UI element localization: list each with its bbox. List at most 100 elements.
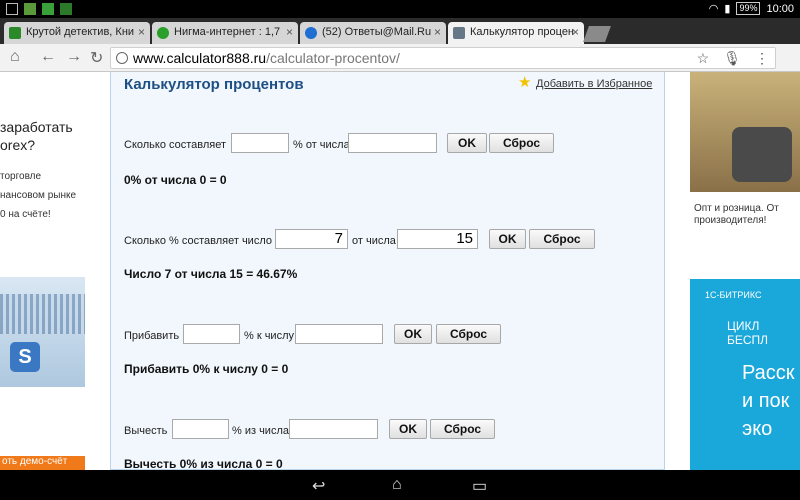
- calc2-of-number-input[interactable]: 15: [397, 229, 478, 249]
- add-to-favorites-link[interactable]: Добавить в Избранное: [536, 78, 652, 90]
- calc3-number-input[interactable]: [295, 324, 383, 344]
- system-navigation-bar: ↩ ⌂ ▭: [0, 470, 800, 500]
- star-icon: ★: [518, 74, 532, 91]
- calculator-panel: Калькулятор процентов ★ Добавить в Избра…: [110, 72, 665, 470]
- calc1-label: Сколько составляет: [124, 139, 227, 151]
- page-title: Калькулятор процентов: [124, 76, 304, 93]
- calc2-label: Сколько % составляет число: [124, 235, 272, 247]
- calc4-label2: % из числа: [232, 425, 289, 437]
- tab-mail-answers[interactable]: (52) Ответы@Mail.Ru ×: [300, 22, 446, 44]
- road-roller-image: [690, 72, 800, 192]
- new-tab-button[interactable]: [583, 26, 611, 42]
- menu-icon[interactable]: ⋮: [755, 50, 769, 67]
- url-host: www.calculator888.ru: [133, 50, 267, 66]
- tab-label: Калькулятор процен: [470, 26, 575, 38]
- tab-nigma[interactable]: Нигма-интернет : 1,7 ×: [152, 22, 298, 44]
- ad-caption-line: Опт и розница. От: [694, 203, 779, 214]
- bookmark-star-icon[interactable]: ☆: [697, 50, 710, 67]
- ad-headline-line: заработать: [0, 119, 73, 135]
- page-viewport: заработать orex? торговле нансовом рынке…: [0, 72, 800, 470]
- tab-label: (52) Ответы@Mail.Ru: [322, 26, 432, 38]
- status-right: ◠ ▮ 99% 10:00: [709, 2, 794, 15]
- right-advertisement[interactable]: Опт и розница. От производителя! 1С-БИТР…: [690, 72, 800, 470]
- calc2-ok-button[interactable]: OK: [489, 229, 526, 249]
- tab-label: Нигма-интернет : 1,7: [174, 26, 281, 38]
- bitrix-logo: 1С-БИТРИКС: [705, 290, 762, 300]
- microphone-icon[interactable]: 🎙: [723, 50, 741, 67]
- wifi-icon: ◠: [708, 3, 719, 15]
- calc3-label: Прибавить: [124, 330, 180, 342]
- bitrix-slogan-line: эко: [742, 418, 773, 440]
- calc1-number-input[interactable]: [348, 133, 437, 153]
- tab-favicon-icon: [9, 27, 21, 39]
- tab-favicon-icon: [453, 27, 465, 39]
- reload-icon[interactable]: ↻: [90, 48, 103, 68]
- calc4-reset-button[interactable]: Сброс: [430, 419, 495, 439]
- address-bar[interactable]: www.calculator888.ru/calculator-procento…: [110, 47, 776, 69]
- tab-calculator[interactable]: Калькулятор процен ×: [448, 22, 584, 44]
- calc4-label: Вычесть: [124, 425, 168, 437]
- calc3-reset-button[interactable]: Сброс: [436, 324, 501, 344]
- calc2-result: Число 7 от числа 15 = 46.67%: [124, 267, 298, 281]
- calc4-ok-button[interactable]: OK: [389, 419, 427, 439]
- forward-icon[interactable]: →: [66, 48, 82, 66]
- calc2-number-input[interactable]: 7: [275, 229, 348, 249]
- calc3-percent-input[interactable]: [183, 324, 240, 344]
- tab-favicon-icon: [157, 27, 169, 39]
- bitrix-slogan: Расск и пок эко: [742, 359, 795, 443]
- bitrix-slogan-line: и пок: [742, 390, 790, 412]
- roller-shape: [732, 127, 792, 182]
- omnibox-actions: ☆ 🎙 ⋮: [697, 50, 769, 67]
- ad-chart-image: [0, 294, 85, 334]
- close-tab-icon[interactable]: ×: [138, 25, 145, 39]
- ad-headline: заработать orex?: [0, 118, 73, 154]
- ad-caption: Опт и розница. От производителя!: [694, 203, 779, 227]
- bitrix-banner[interactable]: 1С-БИТРИКС ЦИКЛ БЕСПЛ Расск и пок эко: [690, 279, 800, 470]
- left-advertisement[interactable]: заработать orex? торговле нансовом рынке…: [0, 72, 85, 470]
- calc1-reset-button[interactable]: Сброс: [489, 133, 554, 153]
- calc3-result: Прибавить 0% к числу 0 = 0: [124, 362, 289, 376]
- signal-icon: ▮: [724, 3, 731, 15]
- bitrix-headline: ЦИКЛ БЕСПЛ: [727, 319, 769, 347]
- tab-detective[interactable]: Крутой детектив, Кни ×: [4, 22, 150, 44]
- recent-apps-icon[interactable]: ▭: [472, 476, 487, 496]
- home-icon[interactable]: ⌂: [10, 48, 20, 66]
- ad-text: торговле нансовом рынке 0 на счёте!: [0, 167, 76, 224]
- ad-text-line: нансовом рынке: [0, 190, 77, 201]
- calc4-result: Вычесть 0% из числа 0 = 0: [124, 457, 283, 470]
- browser-toolbar: ⌂ ← → ↻ www.calculator888.ru/calculator-…: [0, 44, 800, 72]
- close-tab-icon[interactable]: ×: [286, 25, 293, 39]
- shield-notification-icon: [60, 3, 72, 15]
- calc1-result: 0% от числа 0 = 0: [124, 173, 227, 187]
- ad-logo-icon: S: [10, 342, 40, 372]
- calc1-ok-button[interactable]: OK: [447, 133, 487, 153]
- calc3-label2: % к числу: [244, 330, 294, 342]
- tab-bar: Крутой детектив, Кни × Нигма-интернет : …: [0, 18, 800, 44]
- tab-favicon-icon: [305, 27, 317, 39]
- tab-label: Крутой детектив, Кни: [26, 26, 135, 38]
- battery-indicator: 99%: [736, 2, 761, 15]
- close-tab-icon[interactable]: ×: [572, 25, 579, 39]
- ad-text-line: 0 на счёте!: [0, 209, 51, 220]
- calc1-label2: % от числа: [293, 139, 350, 151]
- globe-icon: [116, 52, 128, 64]
- notification-icons: [6, 3, 72, 15]
- bitrix-slogan-line: Расск: [742, 362, 795, 384]
- calc3-ok-button[interactable]: OK: [394, 324, 432, 344]
- ad-cta-button[interactable]: оть демо-счёт: [0, 456, 85, 470]
- calc2-reset-button[interactable]: Сброс: [529, 229, 595, 249]
- close-tab-icon[interactable]: ×: [434, 25, 441, 39]
- email-notification-icon: [6, 3, 18, 15]
- clock: 10:00: [766, 2, 794, 15]
- status-bar: ◠ ▮ 99% 10:00: [0, 0, 800, 18]
- back-icon[interactable]: ←: [40, 48, 56, 66]
- home-nav-icon[interactable]: ⌂: [392, 476, 402, 494]
- ad-caption-line: производителя!: [694, 215, 767, 226]
- calc4-number-input[interactable]: [289, 419, 378, 439]
- calc1-percent-input[interactable]: [231, 133, 289, 153]
- app-notification-icon: [42, 3, 54, 15]
- calc4-percent-input[interactable]: [172, 419, 229, 439]
- back-nav-icon[interactable]: ↩: [312, 476, 325, 496]
- ad-text-line: торговле: [0, 171, 42, 182]
- url-path: /calculator-procentov/: [266, 50, 400, 66]
